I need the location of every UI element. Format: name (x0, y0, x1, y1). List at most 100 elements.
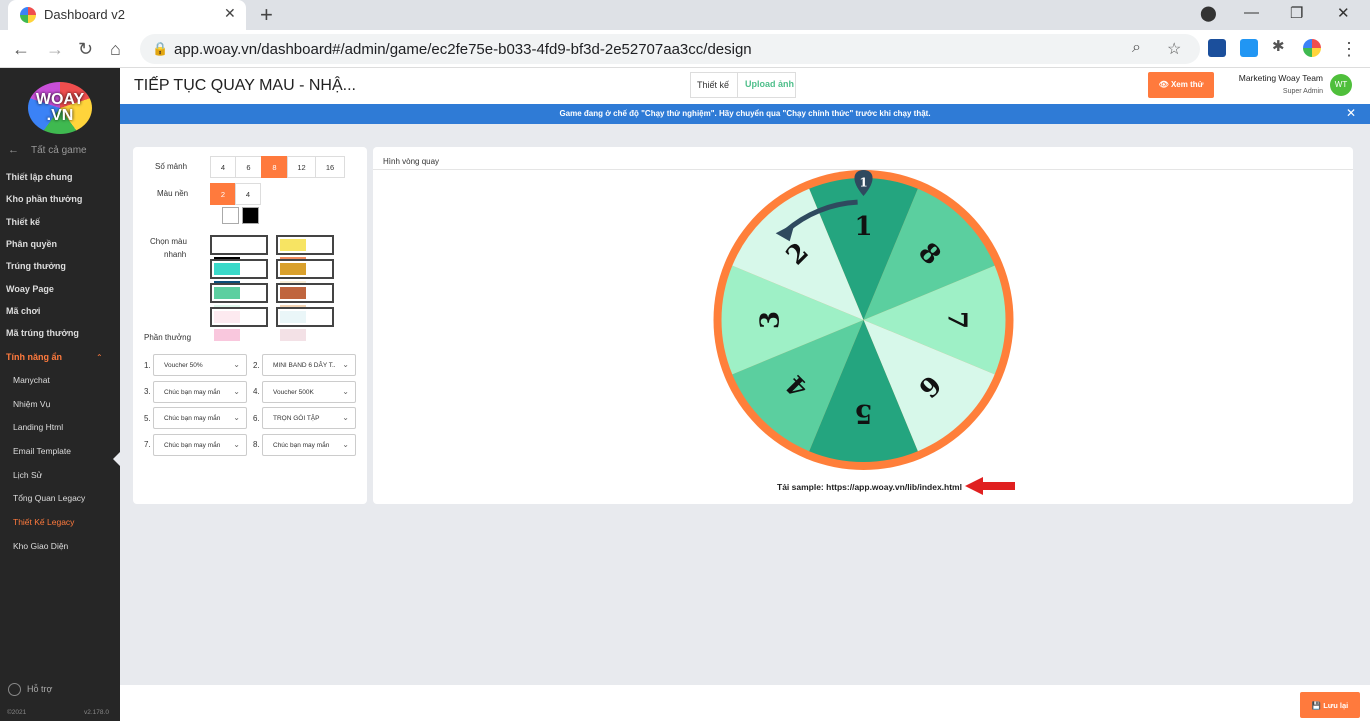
spin-wheel[interactable]: 187654321 (713, 170, 1014, 470)
close-tab-icon[interactable]: ✕ (224, 5, 236, 22)
sidebar-item-hidden-features[interactable]: Tính năng ẩn (6, 352, 62, 362)
bg-swatch-white[interactable] (222, 207, 239, 224)
chevron-down-icon: ⌄ (342, 360, 349, 369)
prize-number: 4. (253, 387, 260, 396)
profile-menu-icon[interactable]: ⬤ (1200, 4, 1217, 22)
color-palette-8[interactable] (276, 307, 334, 341)
favicon-icon (20, 7, 36, 23)
back-to-all-games[interactable]: ← Tất cả game (8, 144, 87, 156)
sidebar-item-general-setup[interactable]: Thiết lập chung (6, 172, 73, 182)
sidebar-subitem-theme-store[interactable]: Kho Giao Diện (13, 541, 68, 551)
sidebar-subitem-email-template[interactable]: Email Template (13, 446, 71, 456)
prize-number: 8. (253, 440, 260, 449)
version: v2.178.0 (84, 709, 109, 716)
prize-value: Voucher 500K (273, 389, 314, 396)
color-palette-6[interactable] (276, 283, 334, 317)
sidebar-item-permissions[interactable]: Phân quyền (6, 239, 57, 249)
woay-logo[interactable]: WOAY .VN (28, 82, 92, 134)
sidebar-subitem-landing-html[interactable]: Landing Html (13, 422, 63, 432)
color-palette-1[interactable] (210, 235, 268, 269)
pieces-option-16[interactable]: 16 (315, 156, 345, 178)
maximize-icon[interactable]: ❐ (1290, 4, 1303, 22)
prize-select-7[interactable]: Chúc bạn may mắn ⌄ (153, 434, 247, 456)
chevron-down-icon: ⌄ (342, 387, 349, 396)
back-arrow-icon: ← (8, 144, 19, 156)
extension-j-icon[interactable] (1208, 39, 1226, 57)
pieces-option-12[interactable]: 12 (287, 156, 316, 178)
collapse-chevron-icon[interactable]: ⌃ (96, 353, 103, 362)
pieces-option-4[interactable]: 4 (210, 156, 236, 178)
pieces-option-8[interactable]: 8 (261, 156, 288, 178)
color-palette-5[interactable] (210, 283, 268, 317)
prize-select-5[interactable]: Chúc bạn may mắn ⌄ (153, 407, 247, 429)
prize-select-3[interactable]: Chúc bạn may mắn ⌄ (153, 381, 247, 403)
minimize-icon[interactable]: — (1244, 4, 1259, 21)
prize-number: 1. (144, 361, 151, 370)
browser-tab[interactable]: Dashboard v2 ✕ (8, 0, 246, 30)
wheel-segment-number: 3 (756, 311, 786, 329)
prize-select-4[interactable]: Voucher 500K ⌄ (262, 381, 356, 403)
test-mode-banner: Game đang ở chế độ "Chạy thử nghiệm". Hã… (120, 104, 1370, 124)
bg-swatch-black[interactable] (242, 207, 259, 224)
pieces-option-6[interactable]: 6 (235, 156, 262, 178)
sidebar-subitem-design-legacy[interactable]: Thiết Kế Legacy (13, 517, 74, 527)
sidebar-subitem-missions[interactable]: Nhiệm Vụ (13, 399, 50, 409)
prize-value: Chúc bạn may mắn (164, 389, 221, 396)
sidebar: WOAY .VN ← Tất cả game Thiết lập chung Kho… (0, 68, 120, 721)
forward-arrow-icon[interactable]: → (46, 39, 64, 60)
banner-close-icon[interactable]: ✕ (1346, 106, 1356, 120)
address-bar: ← → ↻ ⌂ 🔒 app.woay.vn/dashboard#/admin/g… (0, 30, 1370, 68)
prizes-label: Phần thưởng (144, 333, 192, 342)
chevron-down-icon: ⌄ (233, 440, 240, 449)
sidebar-item-woay-page[interactable]: Woay Page (6, 284, 54, 294)
page-header: TIẾP TỤC QUAY MAU - NHẬ... Thiết kế Uplo… (120, 68, 1370, 104)
sidebar-item-reward-store[interactable]: Kho phần thưởng (6, 194, 82, 204)
back-arrow-icon[interactable]: ← (12, 39, 30, 60)
browser-menu-icon[interactable]: ⋮ (1340, 39, 1358, 60)
save-button[interactable]: 💾 Lưu lại (1300, 692, 1360, 718)
tab-upload-image[interactable]: Upload ảnh (737, 72, 797, 98)
sample-link-text[interactable]: Tải sample: https://app.woay.vn/lib/inde… (777, 482, 962, 492)
prize-select-6[interactable]: TRỌN GÓI TẬP ⌄ (262, 407, 356, 429)
preview-button[interactable]: 👁 Xem thử (1148, 72, 1214, 98)
prize-number: 5. (144, 414, 151, 423)
extension-drop-icon[interactable] (1240, 39, 1258, 57)
bg-color-option-4[interactable]: 4 (235, 183, 261, 205)
quick-color-label: Chọn màu (150, 237, 187, 246)
home-icon[interactable]: ⌂ (110, 39, 121, 60)
color-palette-2[interactable] (276, 235, 334, 269)
bg-color-option-2[interactable]: 2 (210, 183, 236, 205)
sidebar-item-winners[interactable]: Trúng thưởng (6, 261, 66, 271)
prize-value: Voucher 50% (164, 362, 203, 369)
prize-select-2[interactable]: MINI BAND 6 DÂY T.. ⌄ (262, 354, 356, 376)
close-window-icon[interactable]: ✕ (1337, 4, 1350, 22)
sidebar-item-winning-codes[interactable]: Mã trúng thưởng (6, 328, 79, 338)
sidebar-subitem-history[interactable]: Lịch Sử (13, 470, 42, 480)
team-name: Marketing Woay Team (1238, 73, 1323, 83)
woay-extension-icon[interactable] (1303, 39, 1321, 57)
view-tabs: Thiết kế Upload ảnh (690, 72, 796, 98)
new-tab-icon[interactable]: + (260, 2, 273, 28)
avatar[interactable]: WT (1330, 74, 1352, 96)
prize-number: 6. (253, 414, 260, 423)
zoom-icon[interactable]: ⌕ (1132, 39, 1141, 57)
sidebar-subitem-overview-legacy[interactable]: Tổng Quan Legacy (13, 493, 85, 503)
prize-select-1[interactable]: Voucher 50% ⌄ (153, 354, 247, 376)
tab-design[interactable]: Thiết kế (697, 80, 729, 90)
extensions-puzzle-icon[interactable]: ✱ (1272, 37, 1290, 55)
chevron-down-icon: ⌄ (233, 387, 240, 396)
color-palette-4[interactable] (276, 259, 334, 293)
sidebar-subitem-manychat[interactable]: Manychat (13, 375, 50, 385)
chevron-down-icon: ⌄ (342, 413, 349, 422)
bookmark-star-icon[interactable]: ☆ (1167, 39, 1181, 59)
help-link[interactable]: Hỗ trợ (8, 683, 52, 696)
prize-select-8[interactable]: Chúc bạn may mắn ⌄ (262, 434, 356, 456)
compass-icon (8, 683, 21, 696)
wheel-segment-number: 1 (854, 212, 872, 242)
sidebar-item-design[interactable]: Thiết kế (6, 217, 40, 227)
sidebar-item-play-codes[interactable]: Mã chơi (6, 306, 40, 316)
reload-icon[interactable]: ↻ (78, 39, 93, 60)
url-field[interactable]: 🔒 app.woay.vn/dashboard#/admin/game/ec2f… (140, 34, 1200, 64)
color-palette-7[interactable] (210, 307, 268, 341)
color-palette-3[interactable] (210, 259, 268, 293)
